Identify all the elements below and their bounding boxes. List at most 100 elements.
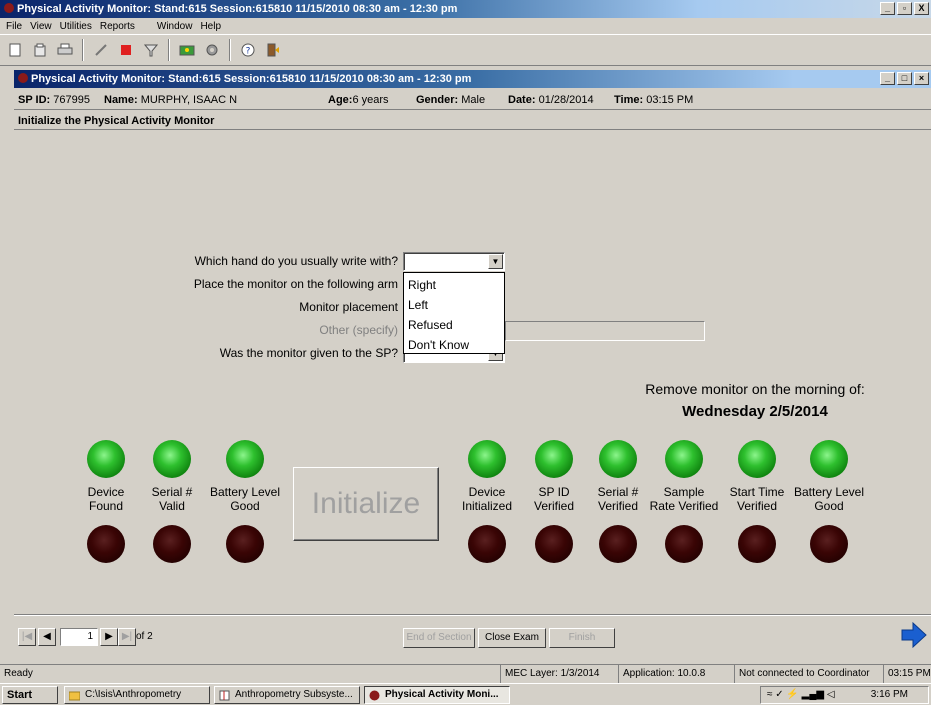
menu-view[interactable]: View — [26, 21, 56, 32]
menu-reports[interactable]: Reports — [96, 21, 139, 32]
task-folder[interactable]: C:\Isis\Anthropometry — [64, 686, 210, 704]
menu-help[interactable]: Help — [196, 21, 225, 32]
taskbar: Start C:\Isis\Anthropometry Anthropometr… — [0, 683, 931, 705]
status-bar: Ready MEC Layer: 1/3/2014 Application: 1… — [0, 664, 931, 683]
battery-good-right-green-led — [810, 440, 848, 478]
battery-good-right-red-led — [810, 525, 848, 563]
open-icon[interactable] — [29, 39, 51, 61]
anthropometry-icon — [219, 690, 230, 701]
status-coordinator: Not connected to Coordinator — [734, 665, 880, 683]
sp-id-value: 767995 — [53, 94, 90, 106]
toolbar-separator — [168, 39, 170, 61]
section-title: Initialize the Physical Activity Monitor — [14, 112, 931, 130]
close-button[interactable]: X — [914, 2, 929, 15]
tray-clock[interactable]: 3:16 PM — [871, 687, 908, 703]
end-of-section-button[interactable]: End of Section — [403, 628, 475, 648]
child-maximize-button[interactable]: □ — [897, 72, 912, 85]
child-app-icon — [18, 73, 28, 83]
page-number-field[interactable]: 1 — [60, 628, 98, 646]
svg-text:?: ? — [246, 47, 251, 57]
gear-icon[interactable] — [201, 39, 223, 61]
battery-good-red-led — [226, 525, 264, 563]
toolbar: ? — [0, 34, 931, 66]
filter-icon[interactable] — [140, 39, 162, 61]
device-found-red-led — [87, 525, 125, 563]
child-title: Physical Activity Monitor: Stand:615 Ses… — [31, 73, 472, 85]
time-label: Time: — [614, 94, 644, 106]
option-right[interactable]: Right — [404, 275, 504, 295]
gender-label: Gender: — [416, 94, 459, 106]
device-initialized-green-led — [468, 440, 506, 478]
main-title-bar[interactable]: Physical Activity Monitor: Stand:615 Ses… — [0, 0, 931, 18]
close-exam-button[interactable]: Close Exam — [478, 628, 546, 648]
chevron-down-icon[interactable]: ▼ — [488, 254, 503, 269]
sp-id-label: SP ID: — [18, 94, 51, 106]
question-monitor-placement: Monitor placement — [299, 300, 398, 314]
sp-id-verified-green-led — [535, 440, 573, 478]
stop-icon[interactable] — [115, 39, 137, 61]
exit-icon[interactable] — [262, 39, 284, 61]
name-label: Name: — [104, 94, 138, 106]
status-application: Application: 10.0.8 — [618, 665, 730, 683]
device-initialized-red-led — [468, 525, 506, 563]
date-value: 01/28/2014 — [538, 94, 594, 106]
finish-button[interactable]: Finish — [549, 628, 615, 648]
name-value: MURPHY, ISAAC N — [140, 94, 238, 106]
question-writing-hand: Which hand do you usually write with? — [194, 254, 398, 268]
remove-monitor-date: Wednesday 2/5/2014 — [682, 403, 828, 420]
menu-bar: File View Utilities Reports Window Help — [0, 18, 931, 34]
bottom-separator — [14, 614, 931, 616]
system-tray: ≈ ✓ ⚡ ▂▄▆ ◁ 3:16 PM — [760, 686, 929, 704]
help-icon[interactable]: ? — [237, 39, 259, 61]
child-window-title-bar[interactable]: Physical Activity Monitor: Stand:615 Ses… — [14, 70, 931, 88]
status-ready: Ready — [4, 668, 33, 679]
start-button[interactable]: Start — [2, 686, 58, 704]
gender-value: Male — [461, 94, 486, 106]
menu-window[interactable]: Window — [153, 21, 197, 32]
last-page-button[interactable]: ▶| — [118, 628, 136, 646]
sample-rate-verified-red-led — [665, 525, 703, 563]
time-value: 03:15 PM — [646, 94, 694, 106]
minimize-button[interactable]: _ — [880, 2, 895, 15]
serial-verified-green-led — [599, 440, 637, 478]
menu-utilities[interactable]: Utilities — [56, 21, 96, 32]
page-count: of 2 — [136, 631, 153, 642]
maximize-button[interactable]: ▫ — [897, 2, 912, 15]
next-arrow-icon[interactable] — [898, 620, 928, 650]
remove-monitor-label: Remove monitor on the morning of: — [645, 381, 865, 397]
tray-icons[interactable]: ≈ ✓ ⚡ ▂▄▆ ◁ — [767, 689, 835, 700]
question-monitor-given: Was the monitor given to the SP? — [219, 346, 398, 360]
initialize-button[interactable]: Initialize — [293, 467, 439, 541]
battery-good-label: Battery Level Good — [209, 485, 281, 513]
option-refused[interactable]: Refused — [404, 315, 504, 335]
writing-hand-dropdown: Right Left Refused Don't Know — [403, 272, 505, 354]
settings-icon[interactable] — [176, 39, 198, 61]
task-physical-activity[interactable]: Physical Activity Moni... — [364, 686, 510, 704]
question-other-specify: Other (specify) — [319, 323, 398, 337]
child-minimize-button[interactable]: _ — [880, 72, 895, 85]
serial-valid-red-led — [153, 525, 191, 563]
toolbar-separator — [229, 39, 231, 61]
question-monitor-arm: Place the monitor on the following arm — [193, 277, 398, 291]
edit-icon[interactable] — [90, 39, 112, 61]
task-anthropometry[interactable]: Anthropometry Subsyste... — [214, 686, 360, 704]
status-time: 03:15 PM — [883, 665, 931, 683]
menu-file[interactable]: File — [2, 21, 26, 32]
writing-hand-combo[interactable]: ▼ — [403, 252, 505, 271]
child-close-button[interactable]: × — [914, 72, 929, 85]
folder-icon — [69, 691, 80, 701]
serial-verified-red-led — [599, 525, 637, 563]
new-icon[interactable] — [4, 39, 26, 61]
option-left[interactable]: Left — [404, 295, 504, 315]
date-label: Date: — [508, 94, 536, 106]
sp-id-verified-red-led — [535, 525, 573, 563]
age-label: Age: — [328, 94, 353, 106]
next-page-button[interactable]: ▶ — [100, 628, 118, 646]
first-page-button[interactable]: |◀ — [18, 628, 36, 646]
other-specify-field[interactable] — [505, 321, 705, 341]
serial-valid-green-led — [153, 440, 191, 478]
prev-page-button[interactable]: ◀ — [38, 628, 56, 646]
start-time-verified-red-led — [738, 525, 776, 563]
print-icon[interactable] — [54, 39, 76, 61]
option-dont-know[interactable]: Don't Know — [404, 335, 504, 355]
